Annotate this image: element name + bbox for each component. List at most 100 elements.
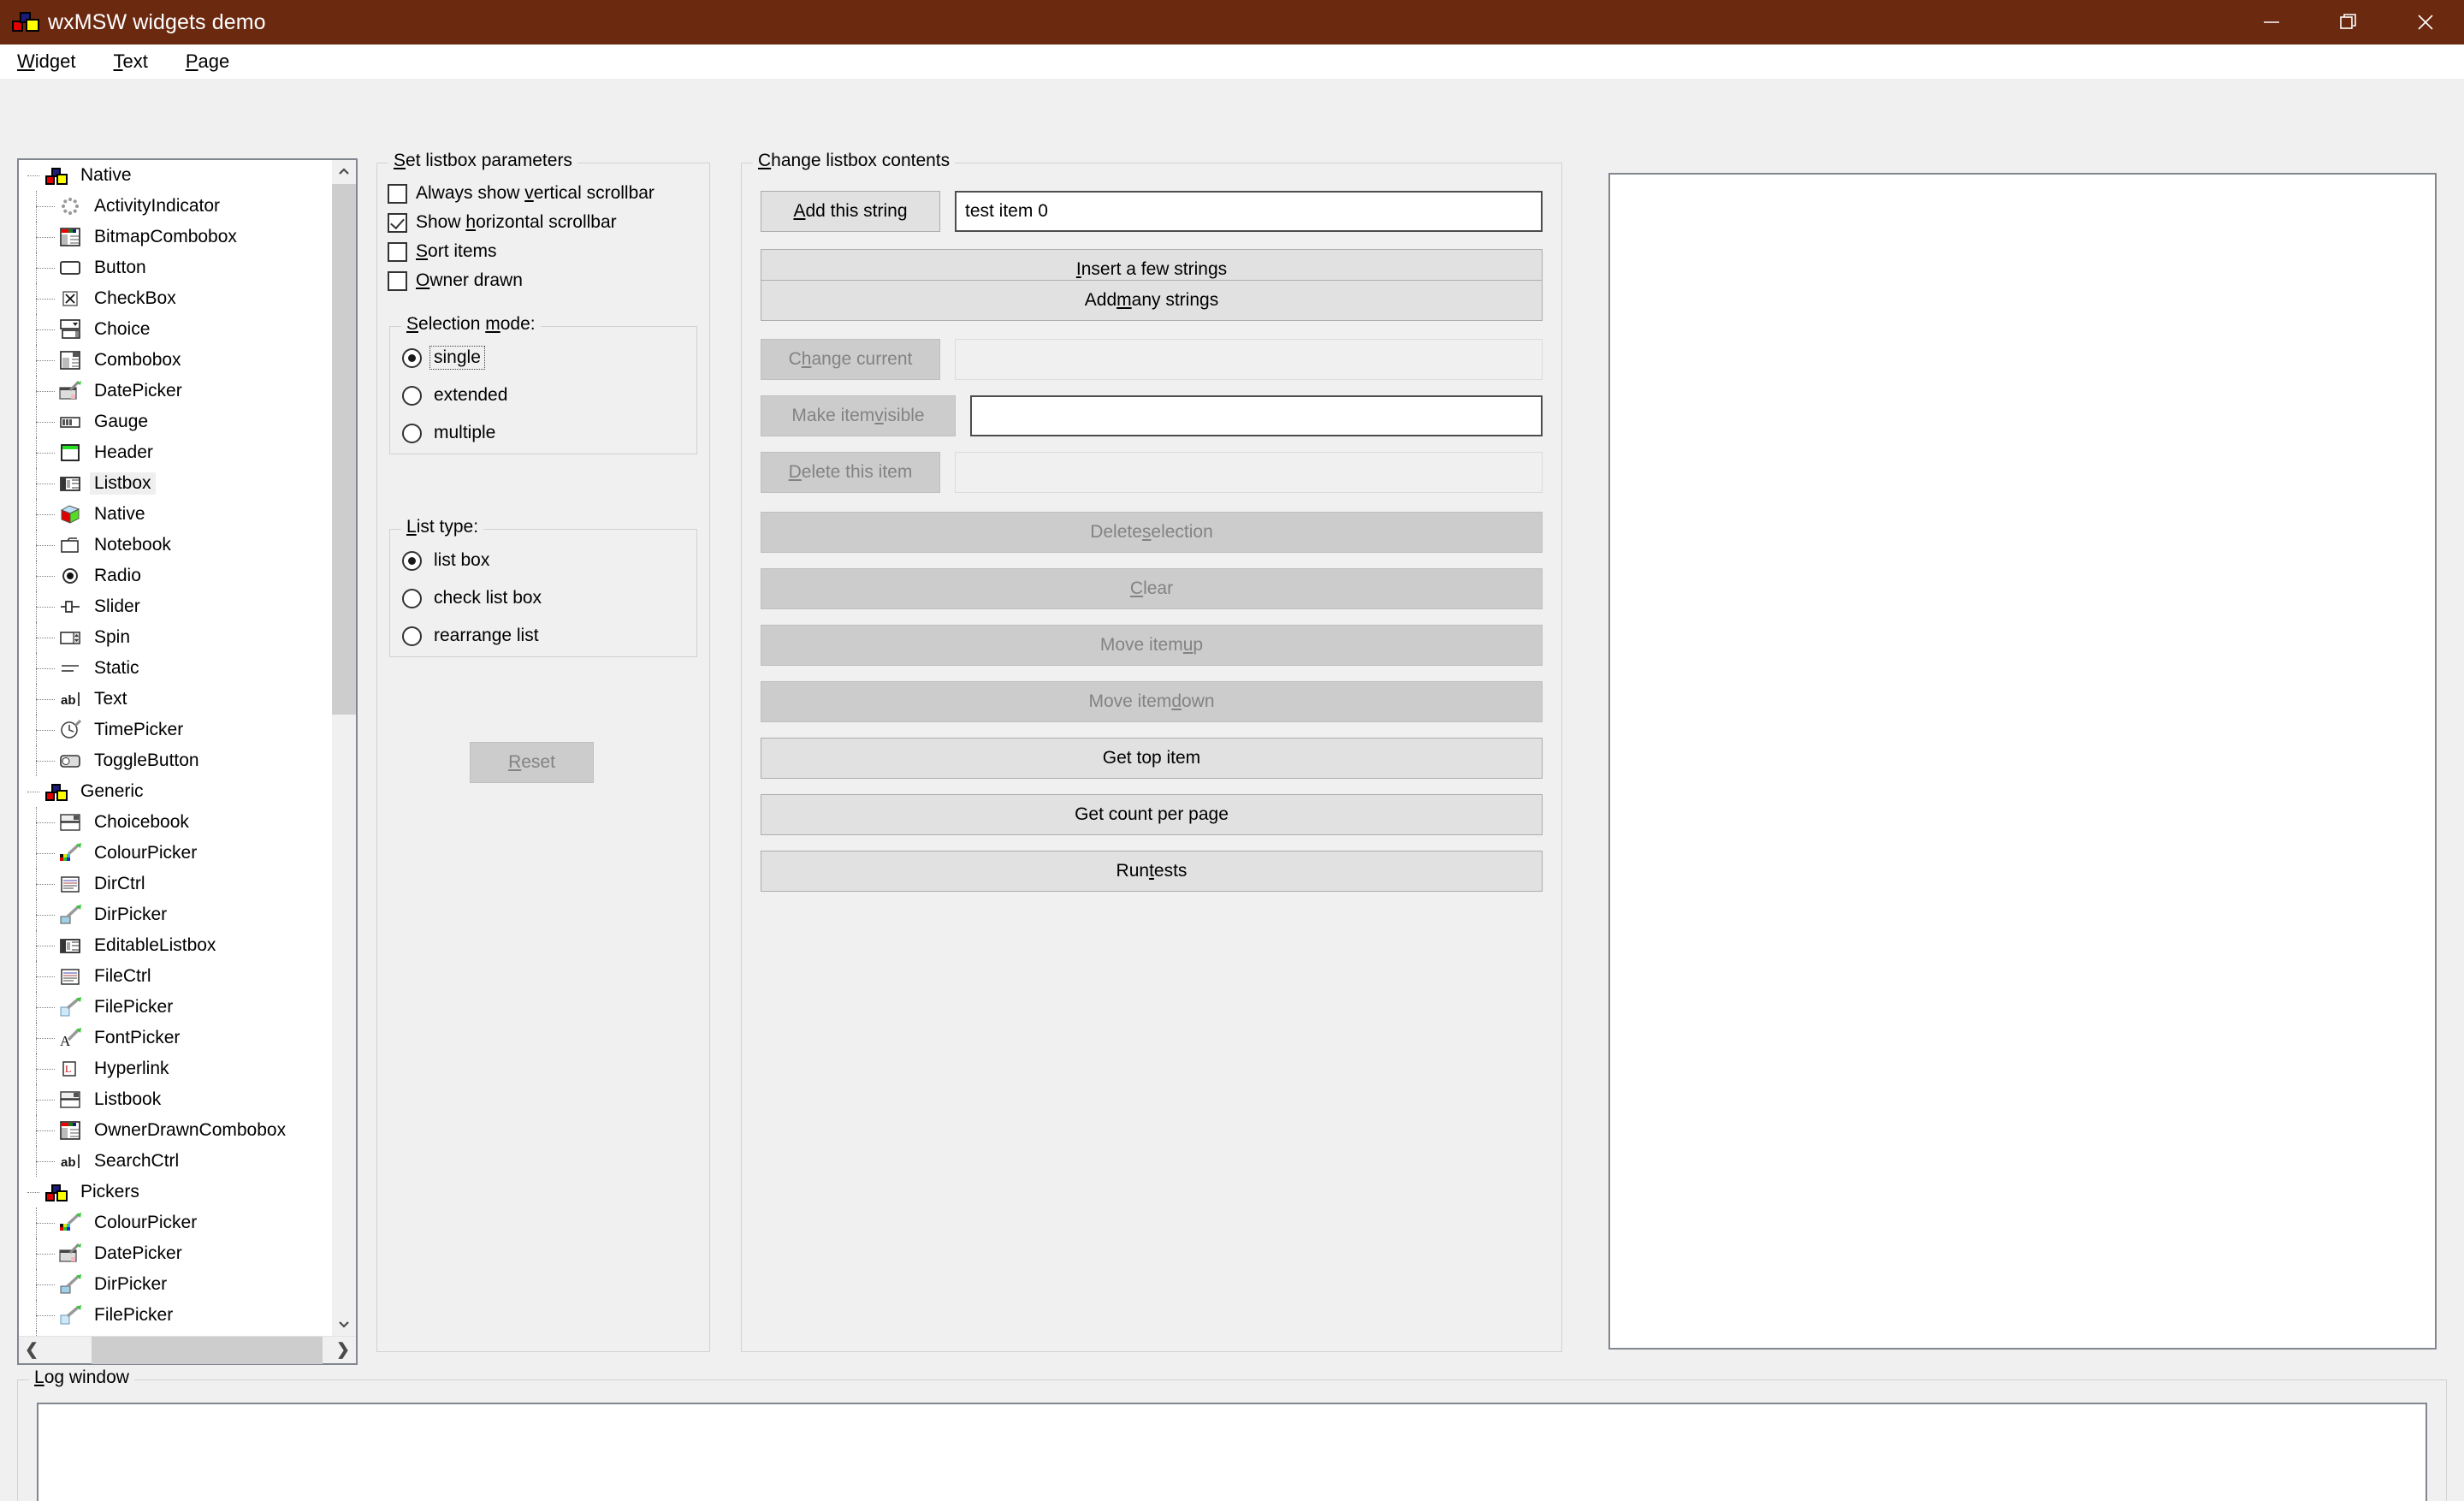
tree-item-label: Pickers bbox=[80, 1182, 139, 1201]
delete-selection-button[interactable]: Delete s election bbox=[761, 512, 1543, 553]
checkbox-owner-drawn[interactable]: Owner drawn bbox=[377, 266, 709, 295]
radio-selection-extended[interactable]: extended bbox=[390, 377, 696, 414]
clear-button[interactable]: Clear bbox=[761, 568, 1543, 609]
ownerdrawncombobox-icon bbox=[58, 1119, 82, 1142]
tree-item-spin[interactable]: Spin bbox=[19, 622, 332, 653]
radio-box[interactable] bbox=[402, 588, 422, 608]
radio-rearrange-list[interactable]: rearrange list bbox=[390, 617, 696, 655]
checkbox-box[interactable] bbox=[388, 241, 407, 262]
radio-box[interactable] bbox=[402, 423, 422, 443]
checkbox-box[interactable] bbox=[388, 212, 407, 233]
delete-this-item-button[interactable]: Delete this item bbox=[761, 452, 940, 493]
checkbox-always-show-vertical-scrollbar[interactable]: Always show vertical scrollbar bbox=[377, 179, 709, 208]
radio-check-list-box[interactable]: check list box bbox=[390, 579, 696, 617]
delete-this-item-row: Delete this item bbox=[761, 452, 1543, 493]
radio-list-box[interactable]: list box bbox=[390, 542, 696, 579]
menu-page[interactable]: Page bbox=[182, 49, 233, 74]
tree-item-listbook[interactable]: Listbook bbox=[19, 1084, 332, 1115]
tree-item-datepicker[interactable]: DatePicker bbox=[19, 1238, 332, 1269]
tree-item-label: Spin bbox=[94, 627, 131, 647]
change-current-input[interactable] bbox=[955, 339, 1543, 380]
maximize-button[interactable] bbox=[2310, 0, 2387, 44]
menu-text[interactable]: Text bbox=[110, 49, 151, 74]
tree-item-togglebutton[interactable]: ToggleButton bbox=[19, 745, 332, 776]
get-count-per-page-button[interactable]: Get count per page bbox=[761, 794, 1543, 835]
move-item-up-button[interactable]: Move item up bbox=[761, 625, 1543, 666]
tree-vscroll-thumb[interactable] bbox=[332, 184, 356, 715]
get-top-item-button[interactable]: Get top item bbox=[761, 738, 1543, 779]
menu-widget[interactable]: WWidgetidget bbox=[14, 49, 79, 74]
tree-item-slider[interactable]: Slider bbox=[19, 591, 332, 622]
radio-box[interactable] bbox=[402, 626, 422, 646]
scroll-up-icon[interactable] bbox=[332, 160, 356, 184]
tree-item-static[interactable]: Static bbox=[19, 653, 332, 684]
add-this-string-button[interactable]: Add this string bbox=[761, 191, 940, 232]
radio-box[interactable] bbox=[402, 347, 422, 368]
tree-item-colourpicker[interactable]: ColourPicker bbox=[19, 838, 332, 869]
scroll-down-icon[interactable] bbox=[332, 1312, 356, 1336]
scroll-left-icon[interactable]: ❮ bbox=[19, 1337, 44, 1364]
tree-item-datepicker[interactable]: DatePicker bbox=[19, 376, 332, 406]
tree-item-searchctrl[interactable]: ab SearchCtrl bbox=[19, 1146, 332, 1177]
tree-item-checkbox[interactable]: CheckBox bbox=[19, 283, 332, 314]
tree-item-native[interactable]: Native bbox=[19, 160, 332, 191]
tree-item-fontpicker[interactable]: AFontPicker bbox=[19, 1023, 332, 1053]
tree-item-dirpicker[interactable]: DirPicker bbox=[19, 1269, 332, 1300]
tree-item-ownerdrawncombobox[interactable]: OwnerDrawnCombobox bbox=[19, 1115, 332, 1146]
close-button[interactable] bbox=[2387, 0, 2464, 44]
tree-hscroll-track[interactable] bbox=[44, 1336, 330, 1364]
tree-hscroll-thumb[interactable] bbox=[92, 1336, 323, 1364]
tree-item-editablelistbox[interactable]: EditableListbox bbox=[19, 930, 332, 961]
tree-item-filectrl[interactable]: FileCtrl bbox=[19, 961, 332, 992]
tree-item-header[interactable]: Header bbox=[19, 437, 332, 468]
tree-vscroll-track[interactable] bbox=[332, 184, 356, 1312]
delete-this-item-input[interactable] bbox=[955, 452, 1543, 493]
tree-item-filepicker[interactable]: FilePicker bbox=[19, 992, 332, 1023]
checkbox-sort-items[interactable]: Sort items bbox=[377, 237, 709, 266]
reset-button[interactable]: Reset bbox=[470, 742, 594, 783]
tree-item-text[interactable]: ab Text bbox=[19, 684, 332, 715]
add-string-input[interactable]: test item 0 bbox=[955, 191, 1543, 232]
tree-item-native[interactable]: Native bbox=[19, 499, 332, 530]
tree-item-listbox[interactable]: Listbox bbox=[19, 468, 332, 499]
tree-item-choice[interactable]: Choice bbox=[19, 314, 332, 345]
tree-item-colourpicker[interactable]: ColourPicker bbox=[19, 1207, 332, 1238]
radio-selection-multiple[interactable]: multiple bbox=[390, 414, 696, 452]
make-item-visible-button[interactable]: Make item v isible bbox=[761, 395, 956, 436]
tree-vertical-scrollbar[interactable] bbox=[332, 160, 356, 1336]
tree-item-activityindicator[interactable]: ActivityIndicator bbox=[19, 191, 332, 222]
tree-item-notebook[interactable]: Notebook bbox=[19, 530, 332, 561]
tree-item-gauge[interactable]: Gauge bbox=[19, 406, 332, 437]
log-window-textarea[interactable] bbox=[37, 1403, 2427, 1501]
tree-item-dirpicker[interactable]: DirPicker bbox=[19, 899, 332, 930]
move-item-down-button[interactable]: Move item d own bbox=[761, 681, 1543, 722]
checkbox-show-horizontal-scrollbar[interactable]: Show horizontal scrollbar bbox=[377, 208, 709, 237]
listbox-preview[interactable] bbox=[1608, 173, 2437, 1350]
tree-item-filepicker[interactable]: FilePicker bbox=[19, 1300, 332, 1331]
tree-item-button[interactable]: Button bbox=[19, 252, 332, 283]
tree-item-pickers[interactable]: Pickers bbox=[19, 1177, 332, 1207]
tree-item-label: Choicebook bbox=[94, 812, 189, 832]
scroll-right-icon[interactable]: ❯ bbox=[330, 1337, 356, 1364]
radio-box[interactable] bbox=[402, 385, 422, 406]
tree-item-fontpicker[interactable]: AFontPicker bbox=[19, 1331, 332, 1336]
tree-item-timepicker[interactable]: TimePicker bbox=[19, 715, 332, 745]
checkbox-box[interactable] bbox=[388, 270, 407, 291]
tree-item-combobox[interactable]: Combobox bbox=[19, 345, 332, 376]
tree-item-hyperlink[interactable]: L Hyperlink bbox=[19, 1053, 332, 1084]
add-many-strings-button[interactable]: Add m any strings bbox=[761, 280, 1543, 321]
tree-item-radio[interactable]: Radio bbox=[19, 561, 332, 591]
minimize-button[interactable] bbox=[2233, 0, 2310, 44]
run-tests-button[interactable]: Run t ests bbox=[761, 851, 1543, 892]
tree-item-bitmapcombobox[interactable]: BitmapCombobox bbox=[19, 222, 332, 252]
tree-item-choicebook[interactable]: Choicebook bbox=[19, 807, 332, 838]
make-item-visible-input[interactable] bbox=[970, 395, 1543, 436]
radio-selection-single[interactable]: single bbox=[390, 339, 696, 377]
widget-tree[interactable]: Native ActivityIndicator BitmapCombobox But… bbox=[19, 160, 332, 1336]
tree-item-generic[interactable]: Generic bbox=[19, 776, 332, 807]
tree-horizontal-scrollbar[interactable]: ❮ ❯ bbox=[19, 1336, 356, 1364]
radio-box[interactable] bbox=[402, 550, 422, 571]
tree-item-dirctrl[interactable]: DirCtrl bbox=[19, 869, 332, 899]
checkbox-box[interactable] bbox=[388, 183, 407, 204]
change-current-button[interactable]: Ch ange current bbox=[761, 339, 940, 380]
